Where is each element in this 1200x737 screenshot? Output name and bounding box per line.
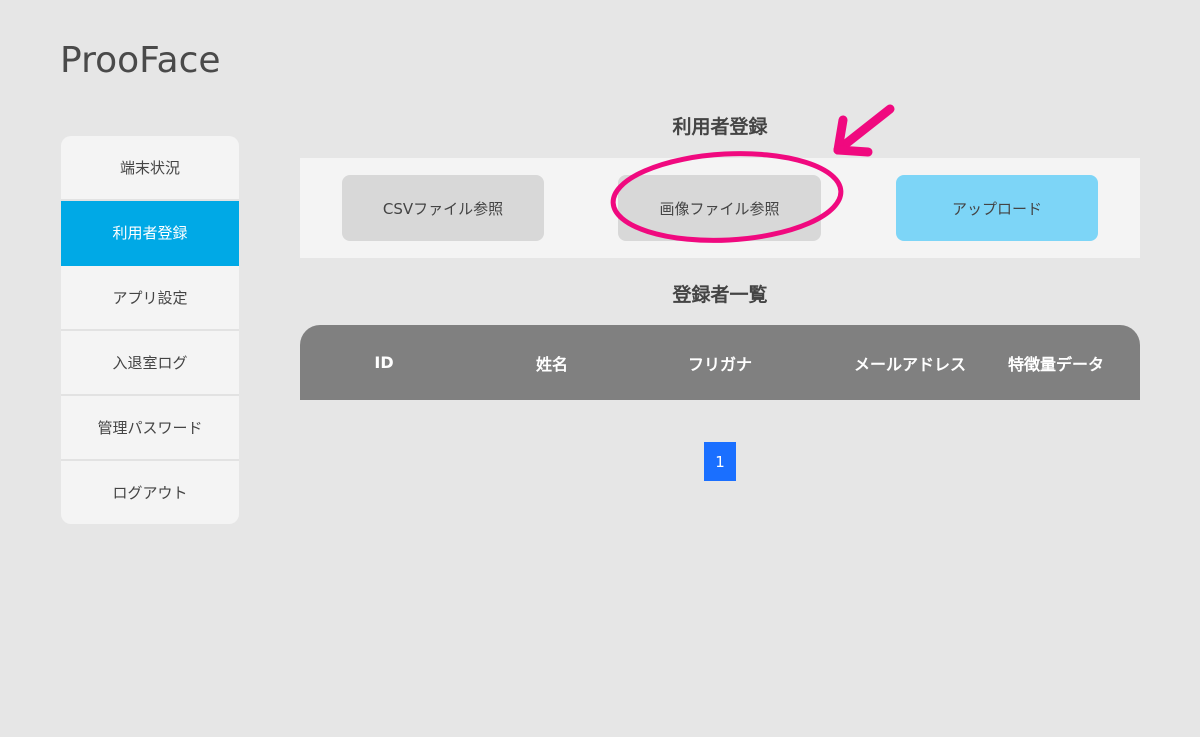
app-title: ProoFace	[60, 40, 221, 81]
column-header-id: ID	[374, 353, 394, 372]
column-header-feature-data: 特徴量データ	[1007, 354, 1104, 374]
sidebar: 端末状況 利用者登録 アプリ設定 入退室ログ 管理パスワード ログアウト	[61, 136, 239, 524]
user-table-header: ID 姓名 フリガナ メールアドレス 特徴量データ	[300, 325, 1140, 400]
csv-file-button[interactable]: CSVファイル参照	[342, 175, 544, 241]
upload-button[interactable]: アップロード	[896, 175, 1098, 241]
sidebar-item-app-settings[interactable]: アプリ設定	[61, 266, 239, 331]
sidebar-item-user-registration[interactable]: 利用者登録	[61, 201, 239, 266]
pagination-page-button[interactable]: 1	[704, 442, 736, 481]
column-header-email: メールアドレス	[853, 354, 966, 374]
sidebar-item-device-status[interactable]: 端末状況	[61, 136, 239, 201]
sidebar-item-logout[interactable]: ログアウト	[61, 461, 239, 524]
sidebar-item-admin-password[interactable]: 管理パスワード	[61, 396, 239, 461]
image-file-button[interactable]: 画像ファイル参照	[618, 175, 821, 241]
upload-panel: CSVファイル参照 画像ファイル参照 アップロード	[300, 158, 1140, 258]
column-header-furigana: フリガナ	[687, 354, 752, 374]
sidebar-item-access-log[interactable]: 入退室ログ	[61, 331, 239, 396]
user-list-title: 登録者一覧	[672, 284, 768, 306]
column-header-name: 姓名	[535, 354, 568, 374]
registration-title: 利用者登録	[672, 116, 768, 138]
